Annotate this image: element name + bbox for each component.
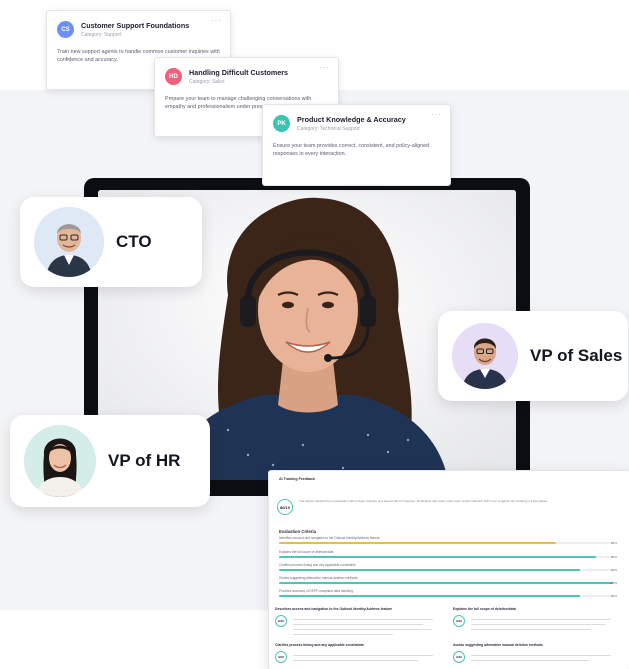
more-options-icon[interactable]: ···: [431, 110, 442, 119]
criteria-label: Explains the full scope of deletion/data: [279, 550, 334, 554]
vp-hr-portrait-icon: [24, 425, 96, 497]
criteria-row: Explains the full scope of deletion/data…: [279, 550, 619, 559]
criteria-row: Clarifies process timing and any applica…: [279, 563, 619, 572]
role-title: CTO: [116, 232, 152, 251]
criteria-track: 90%: [279, 594, 617, 598]
course-description: Ensure your team provides correct, consi…: [273, 143, 430, 158]
card-header: HD Handling Difficult Customers Category…: [165, 68, 328, 85]
criteria-row: Provides accuracy of DSPP-compliant data…: [279, 589, 619, 598]
avatar: [452, 323, 518, 389]
marketing-hero: CS Customer Support Foundations Category…: [0, 0, 629, 669]
criteria-fill: [279, 569, 580, 572]
criteria-label: Clarifies process timing and any applica…: [279, 563, 356, 567]
persona-vp-sales: VP of Sales: [438, 311, 628, 401]
section-title: Describes access and navigation to the O…: [275, 607, 393, 611]
course-title: Customer Support Foundations: [81, 21, 190, 30]
section-score: 9/10: [275, 651, 287, 663]
course-category: Category: Support: [81, 32, 122, 38]
feedback-section: Avoids suggesting alternative manual del…: [453, 643, 623, 667]
role-title: VP of Sales: [530, 346, 623, 365]
section-title: Explains the full scope of deletion/data: [453, 607, 516, 611]
criteria-label: Guides suggesting alternative manual del…: [279, 576, 358, 580]
criteria-fill: [279, 582, 613, 585]
criteria-fill: [279, 595, 580, 598]
role-title: VP of HR: [108, 451, 181, 470]
card-header: PK Product Knowledge & Accuracy Category…: [273, 115, 440, 132]
criteria-label: Provides accuracy of DSPP-compliant data…: [279, 589, 353, 593]
avatar: [24, 425, 96, 497]
criteria-percent: 83%: [610, 541, 617, 546]
course-title: Handling Difficult Customers: [189, 68, 289, 77]
section-score: 8/10: [275, 615, 287, 627]
feedback-summary: The trainee handled the conversation wit…: [299, 499, 548, 503]
course-card-product-knowledge[interactable]: PK Product Knowledge & Accuracy Category…: [262, 104, 451, 186]
card-header: CS Customer Support Foundations Category…: [57, 21, 220, 38]
feedback-section: Explains the full scope of deletion/data…: [453, 607, 623, 647]
course-title: Product Knowledge & Accuracy: [297, 115, 406, 124]
criteria-fill: [279, 556, 597, 559]
criteria-track: 95%: [279, 555, 617, 559]
cto-portrait-icon: [34, 207, 104, 277]
criteria-fill: [279, 542, 557, 545]
criteria-percent: 100%: [609, 581, 617, 586]
ai-training-feedback-panel: AI Training Feedback 86/10 The trainee h…: [268, 470, 629, 669]
section-title: Clarifies process timing and any applica…: [275, 643, 364, 647]
section-score: 9/10: [453, 651, 465, 663]
criteria-track: 83%: [279, 541, 617, 545]
feedback-section: Clarifies process timing and any applica…: [275, 643, 445, 667]
section-title: Avoids suggesting alternative manual del…: [453, 643, 543, 647]
criteria-title: Evaluation Criteria: [279, 529, 317, 534]
vp-sales-portrait-icon: [452, 323, 518, 389]
criteria-row: Guides suggesting alternative manual del…: [279, 576, 619, 585]
section-score: 9/10: [453, 615, 465, 627]
avatar: [34, 207, 104, 277]
course-initials-badge: HD: [165, 68, 182, 85]
panel-title: AI Training Feedback: [279, 477, 316, 481]
course-category: Category: Technical Support: [297, 126, 360, 132]
persona-cto: CTO: [20, 197, 202, 287]
course-initials-badge: CS: [57, 21, 74, 38]
criteria-track: 100%: [279, 581, 617, 585]
course-category: Category: Sales: [189, 79, 225, 85]
overall-score: 86/10: [277, 499, 293, 515]
more-options-icon[interactable]: ···: [211, 16, 222, 25]
persona-vp-hr: VP of HR: [10, 415, 210, 507]
criteria-row: Identifies account and navigates to the …: [279, 536, 619, 545]
criteria-track: 90%: [279, 568, 617, 572]
more-options-icon[interactable]: ···: [319, 63, 330, 72]
feedback-section: Describes access and navigation to the O…: [275, 607, 445, 647]
course-initials-badge: PK: [273, 115, 290, 132]
criteria-percent: 90%: [610, 594, 617, 599]
criteria-percent: 90%: [610, 568, 617, 573]
criteria-label: Identifies account and navigates to the …: [279, 536, 380, 540]
criteria-percent: 95%: [610, 555, 617, 560]
